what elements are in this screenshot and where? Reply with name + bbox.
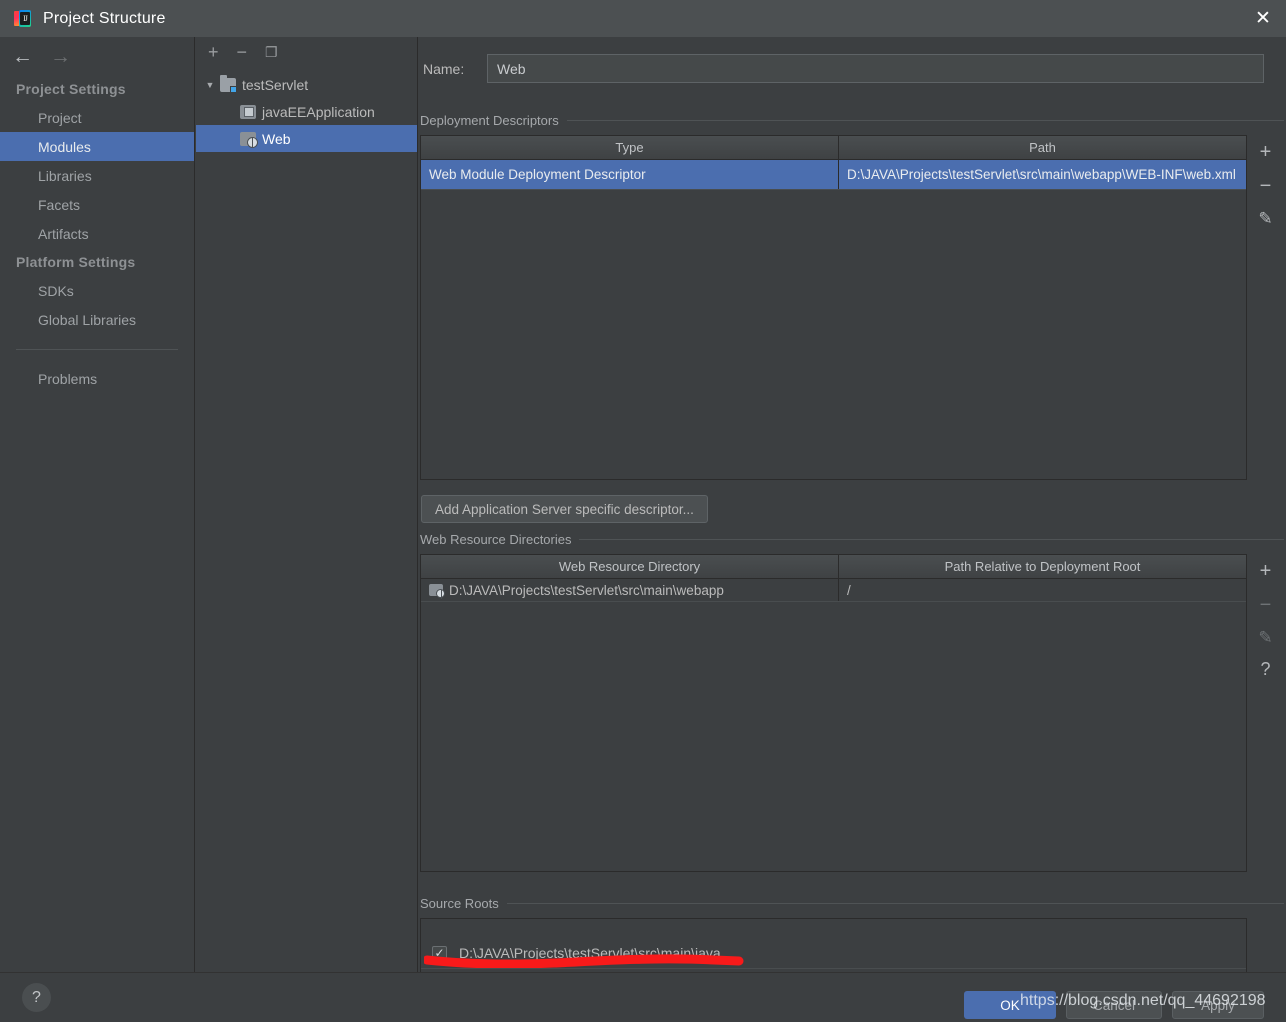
- cancel-button[interactable]: Cancel: [1066, 991, 1162, 1019]
- help-web-resource-icon[interactable]: ?: [1260, 660, 1270, 678]
- sidebar-group-project-settings: Project Settings: [16, 81, 126, 97]
- tree-node-javaeeapplication[interactable]: javaEEApplication: [196, 98, 417, 125]
- sidebar-item-artifacts[interactable]: Artifacts: [0, 219, 194, 248]
- cell-web-resource-directory: D:\JAVA\Projects\testServlet\src\main\we…: [421, 579, 839, 601]
- remove-descriptor-icon[interactable]: −: [1260, 176, 1272, 196]
- source-roots-section: Source Roots ✓ D:\JAVA\Projects\testServ…: [420, 896, 1284, 983]
- section-label: Deployment Descriptors: [420, 113, 559, 128]
- table-row[interactable]: D:\JAVA\Projects\testServlet\src\main\we…: [421, 579, 1246, 601]
- sidebar-item-facets[interactable]: Facets: [0, 190, 194, 219]
- add-descriptor-icon[interactable]: +: [1260, 142, 1272, 162]
- module-name-row: Name: Web: [419, 37, 1286, 83]
- sidebar-navigation: ← →: [0, 37, 194, 75]
- web-resource-directories-section: Web Resource Directories Web Resource Di…: [420, 532, 1284, 872]
- tree-node-testservlet[interactable]: ▼ testServlet: [196, 71, 417, 98]
- dialog-footer: ? OK Cancel Apply: [0, 972, 1286, 1022]
- add-module-icon[interactable]: +: [208, 43, 219, 61]
- table-header: Web Resource Directory Path Relative to …: [421, 555, 1246, 579]
- forward-arrow-icon[interactable]: →: [50, 46, 71, 67]
- cell-type: Web Module Deployment Descriptor: [421, 160, 839, 189]
- table-header: Type Path: [421, 136, 1246, 160]
- section-label: Web Resource Directories: [420, 532, 572, 547]
- column-header-type[interactable]: Type: [421, 136, 839, 159]
- web-resource-directories-table[interactable]: Web Resource Directory Path Relative to …: [420, 554, 1247, 872]
- column-header-relative-path[interactable]: Path Relative to Deployment Root: [839, 555, 1246, 578]
- sidebar-group-platform-settings: Platform Settings: [16, 254, 136, 270]
- tree-node-web[interactable]: Web: [196, 125, 417, 152]
- apply-button[interactable]: Apply: [1172, 991, 1264, 1019]
- cell-path: D:\JAVA\Projects\testServlet\src\main\we…: [847, 167, 1236, 182]
- sidebar-item-project[interactable]: Project: [0, 103, 194, 132]
- folder-module-icon: [220, 74, 237, 93]
- cell-text: D:\JAVA\Projects\testServlet\src\main\we…: [449, 582, 724, 598]
- sidebar-item-global-libraries[interactable]: Global Libraries: [0, 305, 194, 334]
- project-structure-dialog: IJ Project Structure ✕ ← → Project Setti…: [0, 0, 1286, 1022]
- add-web-resource-icon[interactable]: +: [1260, 561, 1272, 581]
- add-app-server-descriptor-button[interactable]: Add Application Server specific descript…: [421, 495, 708, 523]
- row-separator: [421, 601, 1246, 602]
- edit-descriptor-pencil-icon[interactable]: ✎: [1258, 210, 1272, 227]
- title-bar: IJ Project Structure ✕: [0, 0, 1286, 37]
- module-name-label: Name:: [423, 60, 465, 77]
- module-name-input[interactable]: Web: [487, 54, 1264, 83]
- close-icon[interactable]: ✕: [1240, 0, 1286, 37]
- tree-node-label: Web: [262, 130, 291, 147]
- tree-node-label: javaEEApplication: [262, 103, 375, 120]
- web-resource-directories-title: Web Resource Directories: [420, 532, 1284, 547]
- source-roots-title: Source Roots: [420, 896, 1284, 911]
- javaee-module-icon: [240, 104, 256, 119]
- web-module-icon: [240, 131, 258, 148]
- tree-node-label: testServlet: [242, 76, 309, 93]
- module-tree-toolbar: + − ❐: [196, 37, 417, 67]
- expand-twisty-icon[interactable]: ▼: [200, 80, 220, 90]
- web-resource-directories-table-wrap: Web Resource Directory Path Relative to …: [420, 554, 1284, 872]
- remove-web-resource-icon[interactable]: −: [1260, 595, 1272, 615]
- settings-sidebar: ← → Project Settings Project Modules Lib…: [0, 37, 195, 972]
- deployment-descriptors-table[interactable]: Type Path Web Module Deployment Descript…: [420, 135, 1247, 480]
- column-header-path[interactable]: Path: [839, 136, 1246, 159]
- section-rule: [506, 903, 1284, 904]
- remove-module-icon[interactable]: −: [237, 43, 248, 61]
- web-folder-icon: [429, 584, 445, 599]
- back-arrow-icon[interactable]: ←: [12, 46, 33, 67]
- section-rule: [579, 539, 1284, 540]
- column-header-web-resource-directory[interactable]: Web Resource Directory: [421, 555, 839, 578]
- deployment-descriptors-table-wrap: Type Path Web Module Deployment Descript…: [420, 135, 1284, 480]
- deployment-descriptors-title: Deployment Descriptors: [420, 113, 1284, 128]
- copy-module-icon[interactable]: ❐: [265, 45, 278, 59]
- section-rule: [566, 120, 1284, 121]
- module-tree-panel: + − ❐ ▼ testServlet javaEEApplication We…: [196, 37, 418, 972]
- red-underline-annotation: [424, 954, 744, 968]
- module-settings-panel: Name: Web Deployment Descriptors Type Pa…: [419, 37, 1286, 983]
- sidebar-item-sdks[interactable]: SDKs: [0, 276, 194, 305]
- sidebar-item-problems[interactable]: Problems: [0, 364, 194, 393]
- cell-relative-path: /: [847, 582, 851, 598]
- row-separator: [421, 968, 1246, 969]
- window-title: Project Structure: [43, 9, 166, 27]
- intellij-idea-icon: IJ: [14, 10, 31, 27]
- web-resource-directories-tools: + − ✎ ?: [1247, 554, 1284, 872]
- deployment-descriptors-section: Deployment Descriptors Type Path Web Mod…: [420, 113, 1284, 523]
- deployment-descriptors-tools: + − ✎: [1247, 135, 1284, 480]
- sidebar-divider: [16, 349, 178, 350]
- row-separator: [421, 189, 1246, 190]
- ok-button[interactable]: OK: [964, 991, 1056, 1019]
- sidebar-item-libraries[interactable]: Libraries: [0, 161, 194, 190]
- module-tree: ▼ testServlet javaEEApplication Web: [196, 71, 417, 152]
- sidebar-item-modules[interactable]: Modules: [0, 132, 194, 161]
- table-row[interactable]: Web Module Deployment Descriptor D:\JAVA…: [421, 160, 1246, 189]
- edit-web-resource-pencil-icon[interactable]: ✎: [1258, 629, 1272, 646]
- section-label: Source Roots: [420, 896, 499, 911]
- help-button[interactable]: ?: [22, 983, 51, 1012]
